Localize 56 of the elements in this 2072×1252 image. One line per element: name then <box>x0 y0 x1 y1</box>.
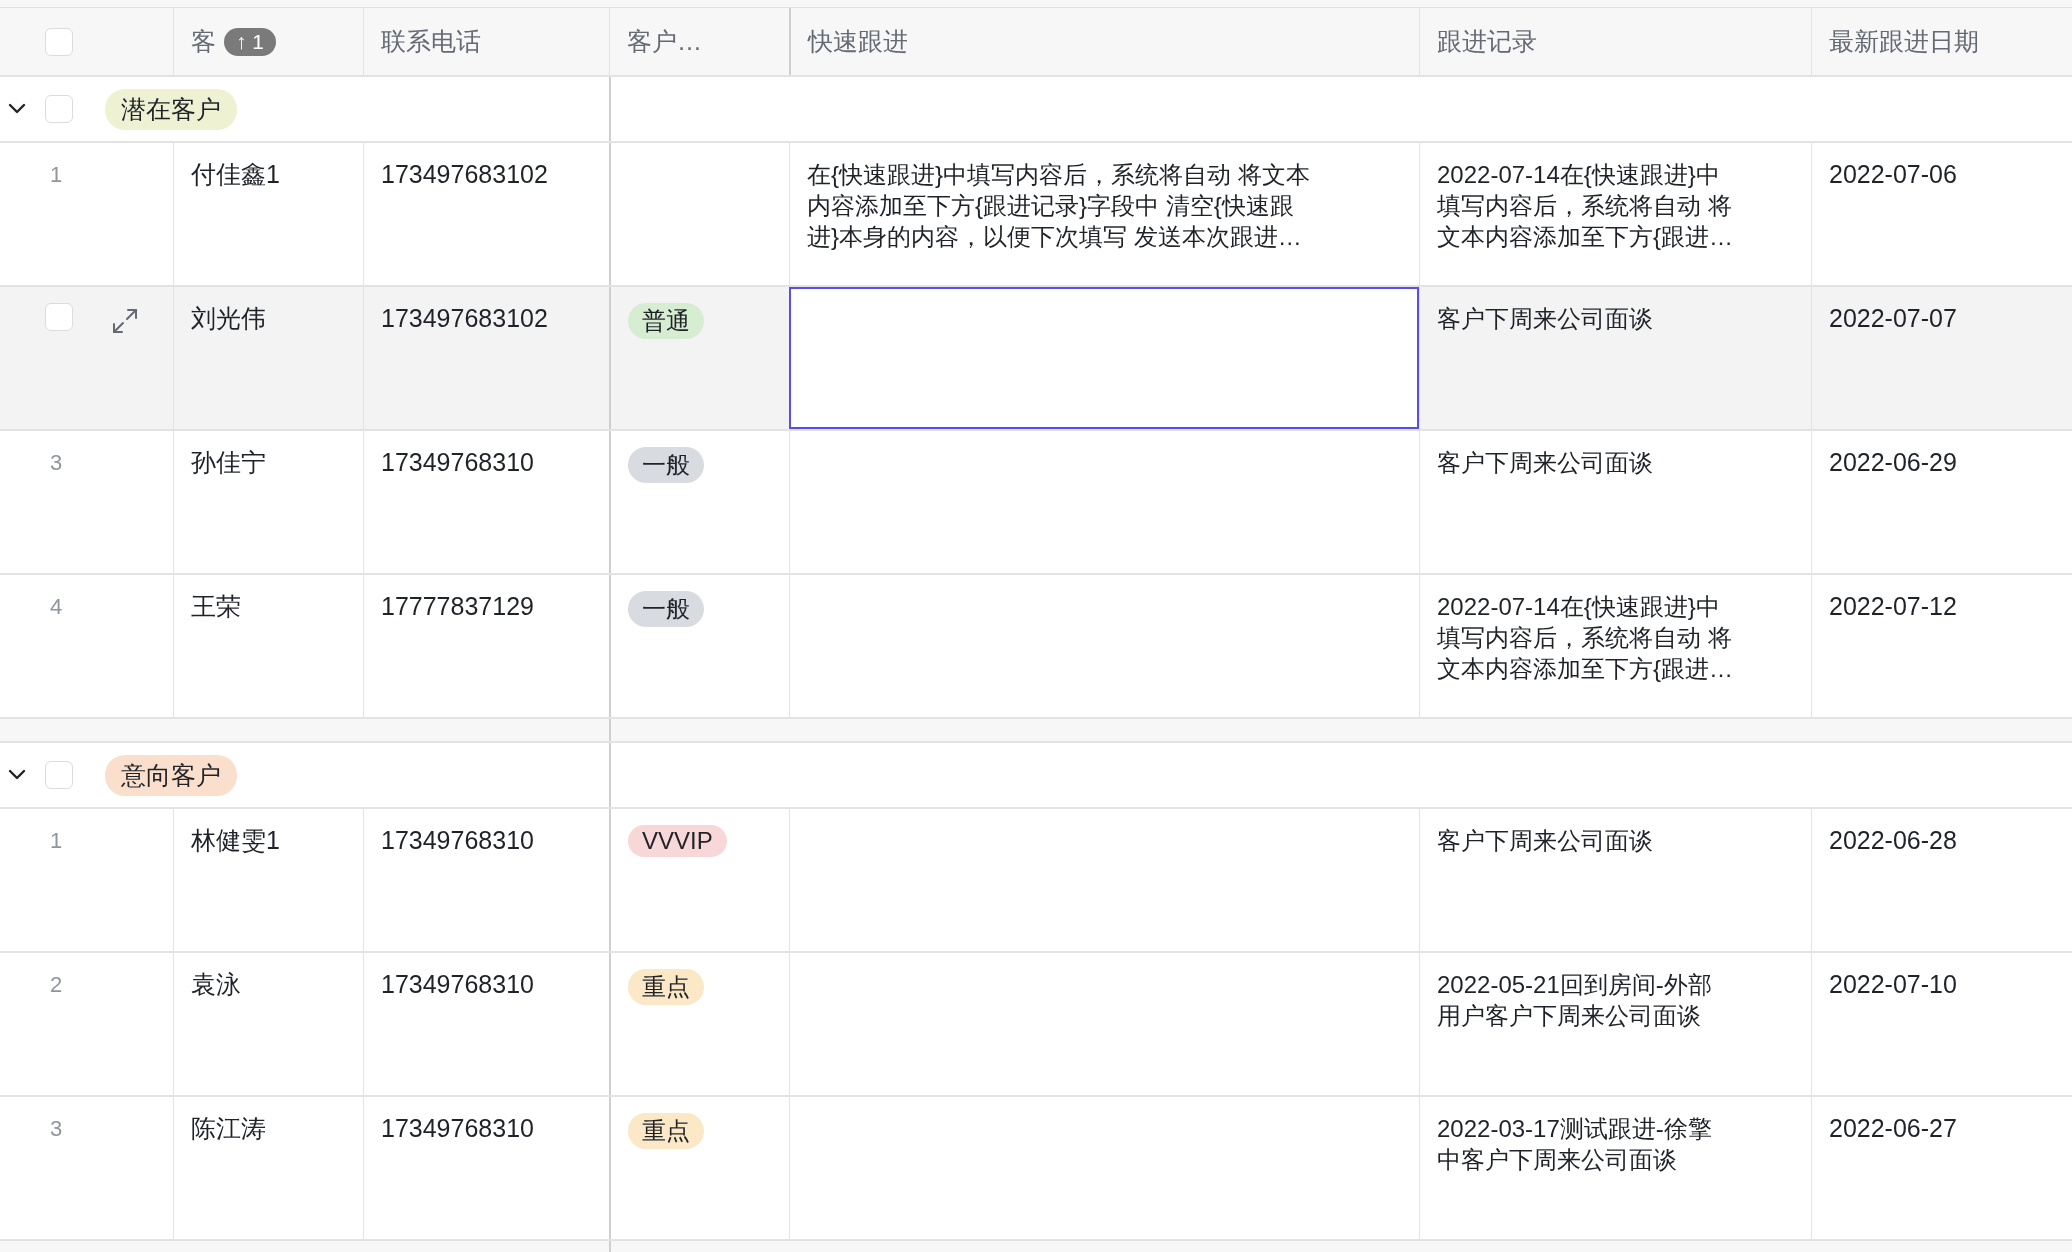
level-tag: 重点 <box>628 969 704 1005</box>
phone-number: 17349768310 <box>381 447 534 478</box>
row-checkbox[interactable] <box>45 303 73 331</box>
follow-date: 2022-07-06 <box>1829 159 1957 190</box>
row-number: 3 <box>49 449 63 476</box>
row-number: 1 <box>49 161 63 188</box>
column-header[interactable]: 最新跟进日期 <box>1829 25 1979 58</box>
column-header[interactable]: 联系电话 <box>381 25 481 58</box>
follow-date: 2022-07-10 <box>1829 969 1957 1000</box>
row-number: 1 <box>49 827 63 854</box>
customer-name: 付佳鑫1 <box>191 159 280 190</box>
follow-record-text: 客户下周来公司面谈 <box>1437 448 1653 478</box>
group-checkbox[interactable] <box>45 95 73 123</box>
phone-number: 17349768310 <box>381 825 534 856</box>
follow-record-text: 2022-07-14在{快速跟进}中 填写内容后，系统将自动 将 文本内容添加至下方{跟进… <box>1437 160 1733 252</box>
follow-record-text: 2022-03-17测试跟进-徐擎 中客户下周来公司面谈 <box>1437 1114 1712 1175</box>
sort-badge[interactable]: ↑ 1 <box>224 27 276 56</box>
row-number: 3 <box>49 1115 63 1142</box>
follow-date: 2022-07-07 <box>1829 303 1957 334</box>
quick-follow-text: 在{快速跟进}中填写内容后，系统将自动 将文本 内容添加至下方{跟进记录}字段中 清空{快速跟 进}本身的内容，以便下次填写 发送本次跟进… <box>807 160 1310 252</box>
customer-name: 刘光伟 <box>191 303 266 334</box>
select-all-checkbox[interactable] <box>45 27 73 56</box>
phone-number: 17349768310 <box>381 1113 534 1144</box>
level-tag: 普通 <box>628 303 704 339</box>
phone-number: 17349768310 <box>381 969 534 1000</box>
customer-name: 袁泳 <box>191 969 241 1000</box>
follow-record-text: 2022-05-21回到房间-外部 用户客户下周来公司面谈 <box>1437 970 1712 1031</box>
follow-date: 2022-06-27 <box>1829 1113 1957 1144</box>
column-header[interactable]: 跟进记录 <box>1437 25 1537 58</box>
follow-record-text: 客户下周来公司面谈 <box>1437 826 1653 856</box>
column-header[interactable]: 快速跟进 <box>808 25 908 58</box>
group-tag: 潜在客户 <box>105 88 237 130</box>
customer-name: 孙佳宁 <box>191 447 266 478</box>
group-checkbox[interactable] <box>45 761 73 789</box>
phone-number: 17777837129 <box>381 591 534 622</box>
follow-date: 2022-06-29 <box>1829 447 1957 478</box>
customer-name: 王荣 <box>191 591 241 622</box>
level-tag: VVVIP <box>628 825 727 857</box>
level-tag: 一般 <box>628 447 704 483</box>
group-tag: 意向客户 <box>105 754 237 796</box>
expand-icon[interactable] <box>111 307 139 335</box>
customer-name: 陈江涛 <box>191 1113 266 1144</box>
follow-record-text: 2022-07-14在{快速跟进}中 填写内容后，系统将自动 将 文本内容添加至下方{跟进… <box>1437 592 1733 684</box>
customer-name: 林健雯1 <box>191 825 280 856</box>
phone-number: 173497683102 <box>381 303 548 334</box>
level-tag: 重点 <box>628 1113 704 1149</box>
row-number: 4 <box>49 593 63 620</box>
column-header[interactable]: 客 <box>191 25 216 58</box>
level-tag: 一般 <box>628 591 704 627</box>
column-header[interactable]: 客户… <box>627 25 702 58</box>
follow-record-text: 客户下周来公司面谈 <box>1437 304 1653 334</box>
follow-date: 2022-06-28 <box>1829 825 1957 856</box>
phone-number: 173497683102 <box>381 159 548 190</box>
follow-date: 2022-07-12 <box>1829 591 1957 622</box>
selected-cell[interactable] <box>789 287 1419 429</box>
row-number: 2 <box>49 971 63 998</box>
